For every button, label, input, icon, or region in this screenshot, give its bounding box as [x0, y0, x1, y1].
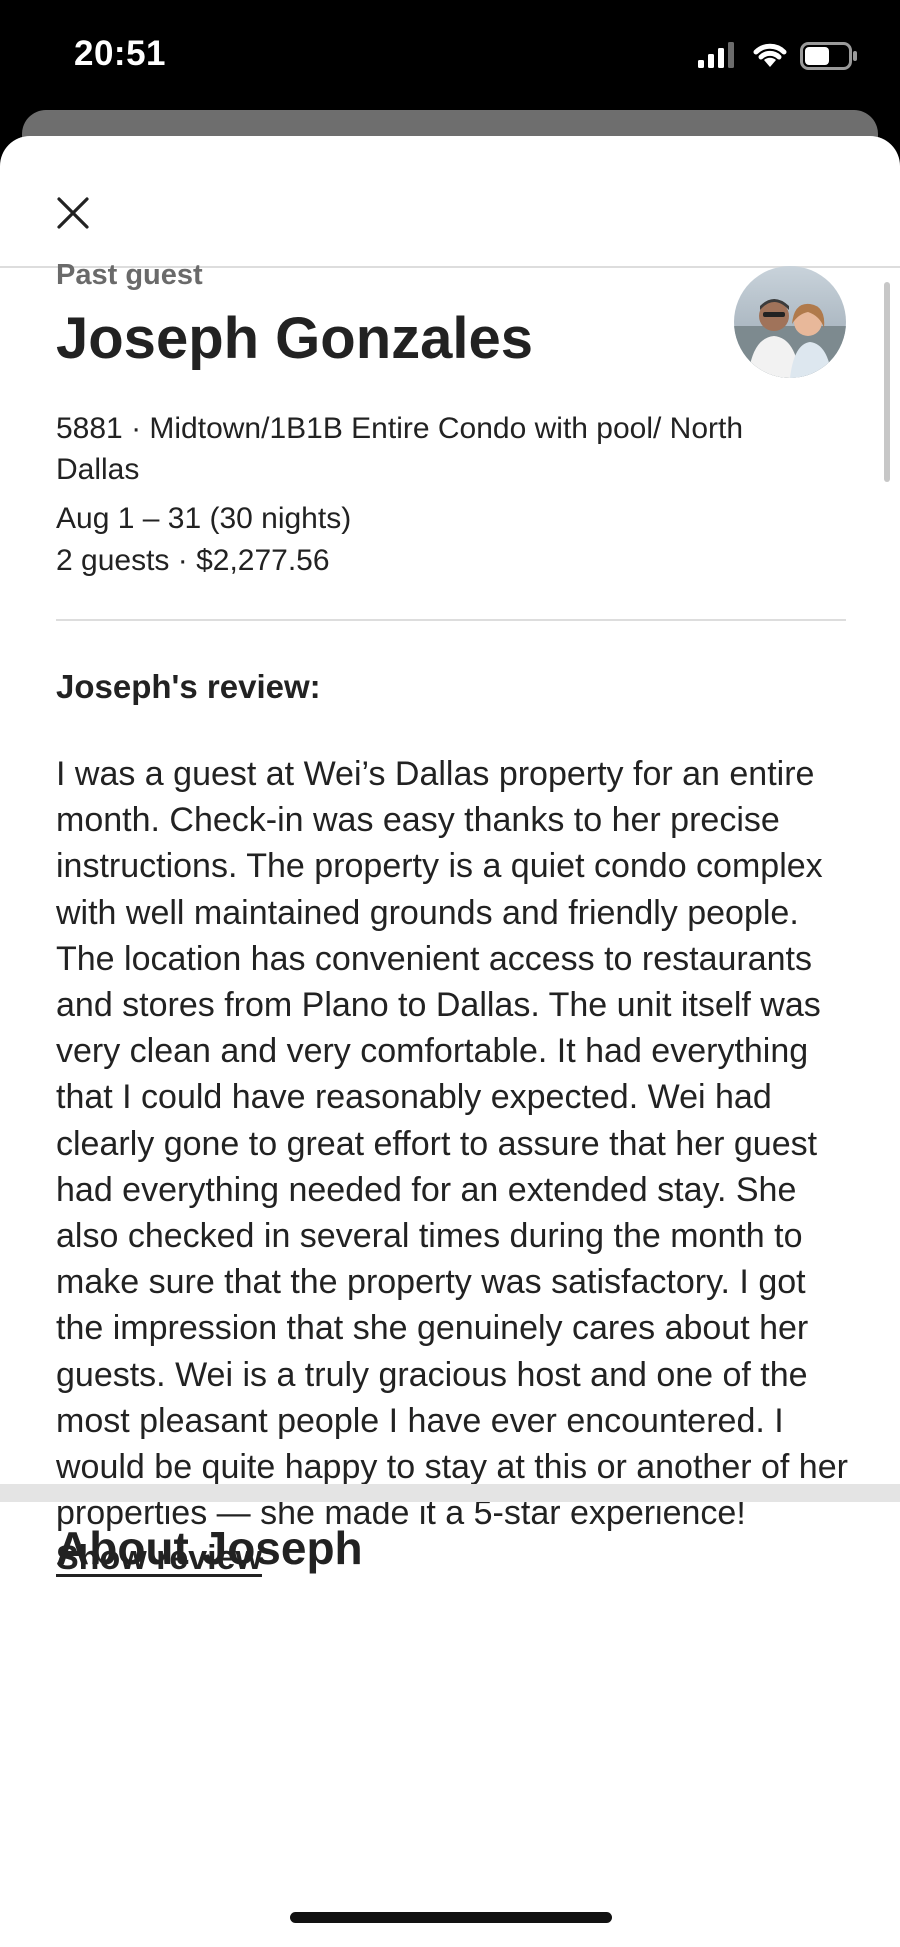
cellular-signal-icon	[698, 42, 734, 68]
section-divider	[56, 619, 846, 621]
listing-title: 5881 · Midtown/1B1B Entire Condo with po…	[56, 412, 744, 486]
scrollbar[interactable]	[884, 282, 890, 482]
close-button[interactable]	[50, 190, 96, 236]
status-time: 20:51	[74, 34, 167, 73]
section-separator	[0, 1484, 900, 1502]
past-guest-label: Past guest	[56, 259, 203, 291]
battery-icon	[800, 42, 857, 70]
about-heading: About Joseph	[56, 1522, 363, 1574]
review-heading: Joseph's review:	[56, 668, 321, 705]
review-text: I was a guest at Wei’s Dallas property f…	[56, 755, 848, 1533]
guests-and-price: 2 guests · $2,277.56	[56, 544, 330, 577]
review-sheet: Past guest Joseph Gonzales 5881 · Midtow…	[0, 136, 900, 1947]
home-indicator[interactable]	[290, 1912, 612, 1923]
status-bar: 20:51	[0, 0, 900, 110]
stay-dates: Aug 1 – 31 (30 nights)	[56, 502, 352, 535]
wifi-icon	[753, 43, 787, 67]
close-icon	[57, 197, 89, 229]
avatar[interactable]	[734, 266, 846, 378]
guest-name: Joseph Gonzales	[56, 306, 534, 371]
guest-photo	[734, 266, 846, 378]
